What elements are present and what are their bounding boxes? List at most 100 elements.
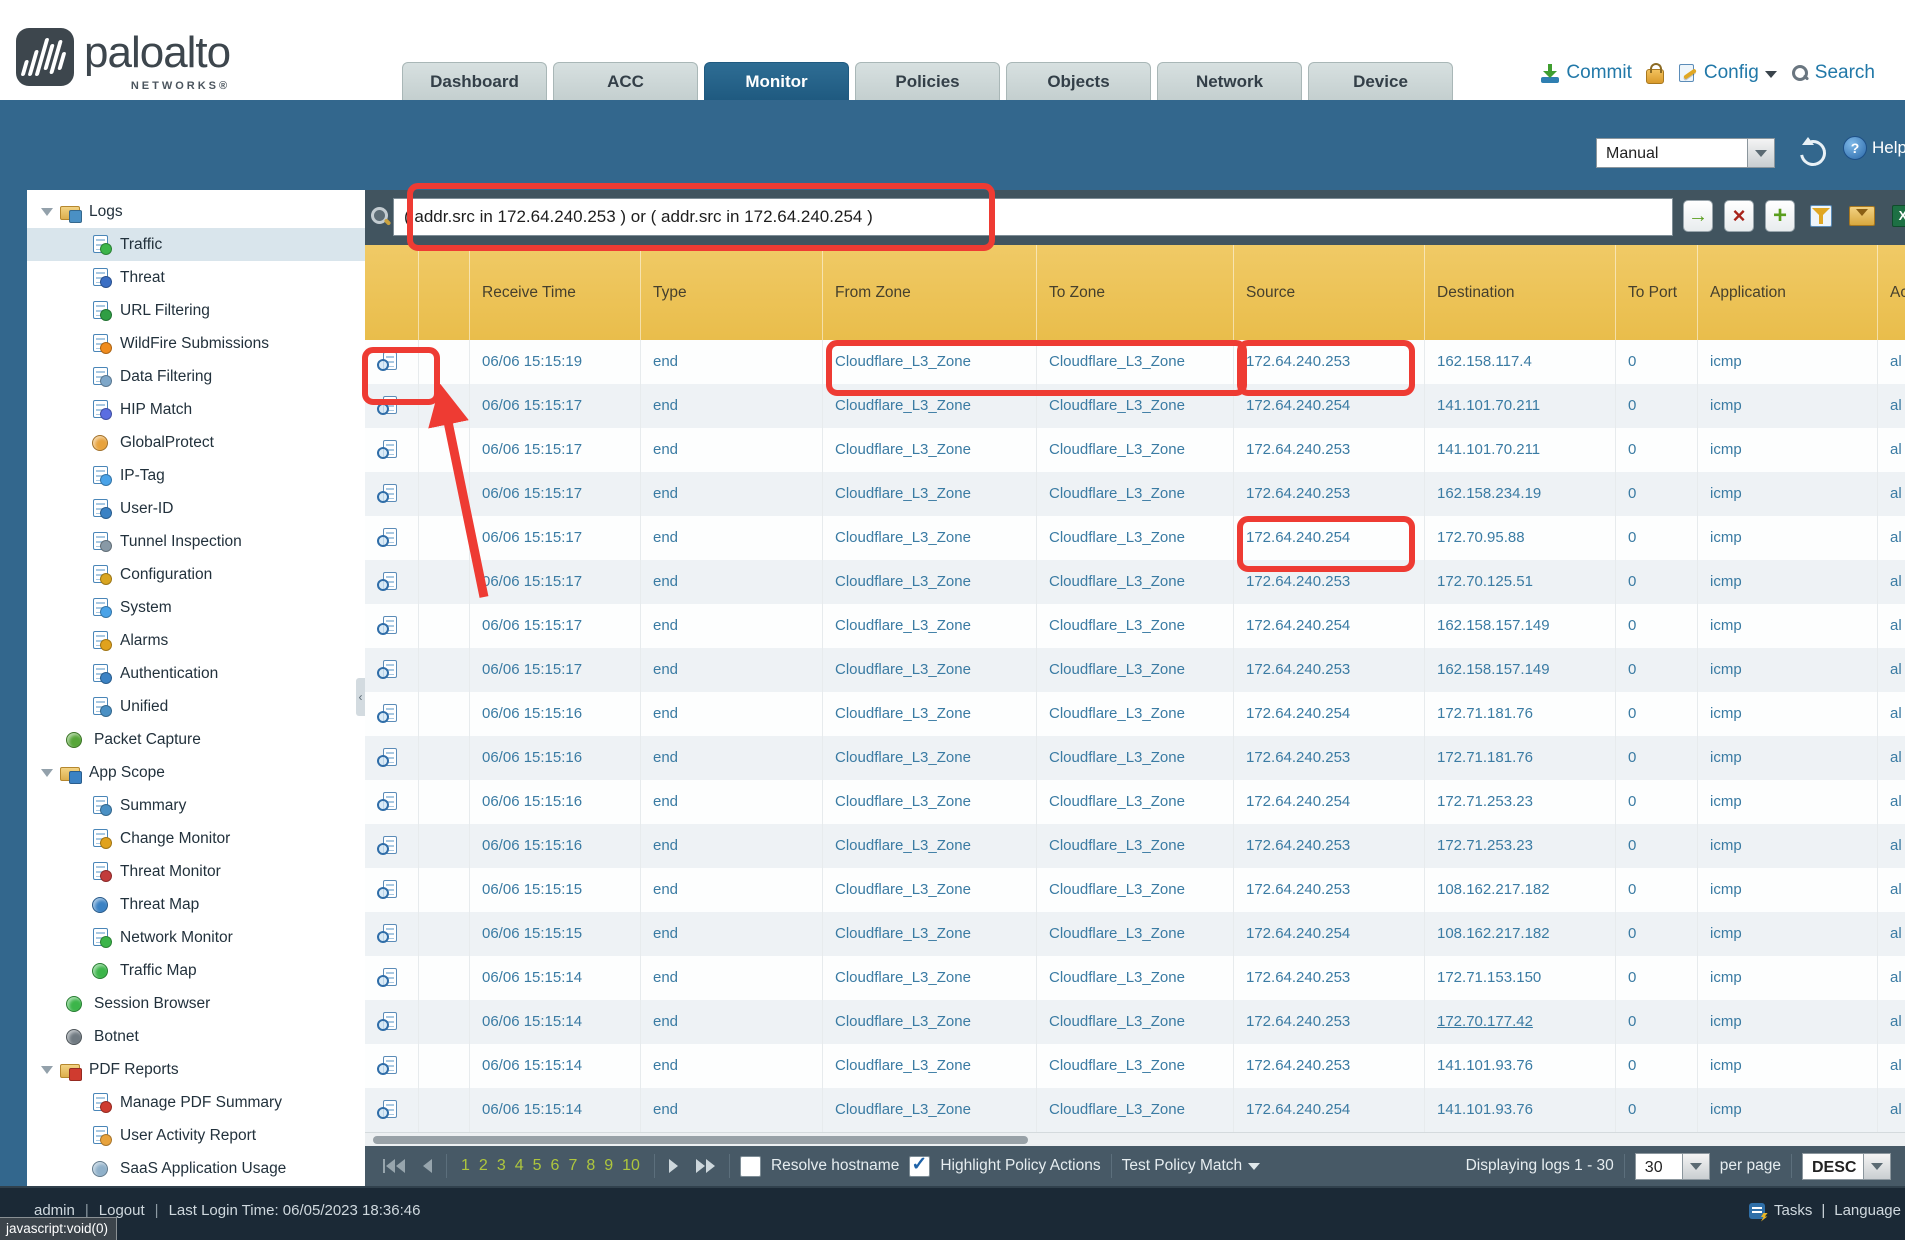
cell-destination[interactable]: 162.158.117.4 — [1425, 340, 1616, 384]
cell-destination[interactable]: 172.70.177.42 — [1425, 1000, 1616, 1044]
column-header-application[interactable]: Application — [1698, 245, 1878, 340]
per-page-select[interactable]: 30 — [1635, 1153, 1710, 1180]
sidebar-item-alarms[interactable]: Alarms — [27, 624, 365, 657]
sidebar-item-user-id[interactable]: User-ID — [27, 492, 365, 525]
cell-source[interactable]: 172.64.240.254 — [1234, 780, 1425, 824]
sidebar-item-change-monitor[interactable]: Change Monitor — [27, 822, 365, 855]
cell-source[interactable]: 172.64.240.254 — [1234, 604, 1425, 648]
cell-destination[interactable]: 162.158.234.19 — [1425, 472, 1616, 516]
log-detail-icon[interactable] — [377, 528, 397, 548]
sidebar-item-user-activity-report[interactable]: User Activity Report — [27, 1119, 365, 1152]
table-row[interactable]: 06/06 15:15:15endCloudflare_L3_ZoneCloud… — [365, 868, 1905, 912]
cell-source[interactable]: 172.64.240.254 — [1234, 1088, 1425, 1132]
sidebar-item-logs[interactable]: Logs — [27, 195, 365, 228]
column-header-type[interactable]: Type — [641, 245, 823, 340]
cell-destination[interactable]: 172.71.181.76 — [1425, 736, 1616, 780]
prev-page-button[interactable] — [419, 1159, 436, 1173]
highlight-policy-actions-checkbox[interactable] — [909, 1156, 930, 1177]
cell-source[interactable]: 172.64.240.254 — [1234, 692, 1425, 736]
sidebar-item-data-filtering[interactable]: Data Filtering — [27, 360, 365, 393]
table-row[interactable]: 06/06 15:15:16endCloudflare_L3_ZoneCloud… — [365, 780, 1905, 824]
table-row[interactable]: 06/06 15:15:14endCloudflare_L3_ZoneCloud… — [365, 956, 1905, 1000]
tab-monitor[interactable]: Monitor — [704, 62, 849, 100]
cell-icon[interactable] — [365, 780, 419, 824]
log-detail-icon[interactable] — [377, 616, 397, 636]
table-row[interactable]: 06/06 15:15:17endCloudflare_L3_ZoneCloud… — [365, 516, 1905, 560]
log-detail-icon[interactable] — [377, 968, 397, 988]
cell-destination[interactable]: 162.158.157.149 — [1425, 648, 1616, 692]
help-button[interactable]: ? Help — [1843, 136, 1905, 160]
cell-destination[interactable]: 108.162.217.182 — [1425, 912, 1616, 956]
log-detail-icon[interactable] — [377, 836, 397, 856]
horizontal-scrollbar[interactable] — [365, 1132, 1905, 1147]
log-detail-icon[interactable] — [377, 792, 397, 812]
chevron-down-icon[interactable] — [1683, 1153, 1710, 1180]
cell-source[interactable]: 172.64.240.253 — [1234, 1044, 1425, 1088]
refresh-icon[interactable] — [1795, 135, 1831, 171]
table-row[interactable]: 06/06 15:15:16endCloudflare_L3_ZoneCloud… — [365, 736, 1905, 780]
sidebar-item-url-filtering[interactable]: URL Filtering — [27, 294, 365, 327]
resolve-hostname-checkbox[interactable] — [740, 1156, 761, 1177]
page-number-6[interactable]: 6 — [551, 1157, 560, 1175]
log-detail-icon[interactable] — [377, 880, 397, 900]
cell-icon[interactable] — [365, 604, 419, 648]
cell-source[interactable]: 172.64.240.253 — [1234, 472, 1425, 516]
column-header-to-zone[interactable]: To Zone — [1037, 245, 1234, 340]
log-detail-icon[interactable] — [377, 660, 397, 680]
cell-icon[interactable] — [365, 560, 419, 604]
page-number-2[interactable]: 2 — [479, 1157, 488, 1175]
filter-builder-button[interactable] — [1806, 200, 1836, 232]
sidebar-item-threat-monitor[interactable]: Threat Monitor — [27, 855, 365, 888]
sidebar-collapse-handle[interactable]: ‹ — [356, 678, 365, 716]
sidebar-item-summary[interactable]: Summary — [27, 789, 365, 822]
log-detail-icon[interactable] — [377, 1012, 397, 1032]
sidebar-item-tunnel-inspection[interactable]: Tunnel Inspection — [27, 525, 365, 558]
log-detail-icon[interactable] — [377, 396, 397, 416]
table-row[interactable]: 06/06 15:15:16endCloudflare_L3_ZoneCloud… — [365, 824, 1905, 868]
table-row[interactable]: 06/06 15:15:17endCloudflare_L3_ZoneCloud… — [365, 648, 1905, 692]
table-row[interactable]: 06/06 15:15:15endCloudflare_L3_ZoneCloud… — [365, 912, 1905, 956]
last-page-button[interactable] — [692, 1159, 719, 1173]
page-number-1[interactable]: 1 — [461, 1157, 470, 1175]
cell-icon[interactable] — [365, 956, 419, 1000]
column-header-source[interactable]: Source — [1234, 245, 1425, 340]
cell-icon[interactable] — [365, 736, 419, 780]
commit-button[interactable]: Commit — [1540, 62, 1631, 84]
cell-source[interactable]: 172.64.240.254 — [1234, 912, 1425, 956]
cell-destination[interactable]: 172.71.181.76 — [1425, 692, 1616, 736]
cell-destination[interactable]: 172.70.125.51 — [1425, 560, 1616, 604]
cell-destination[interactable]: 172.71.253.23 — [1425, 824, 1616, 868]
table-row[interactable]: 06/06 15:15:17endCloudflare_L3_ZoneCloud… — [365, 604, 1905, 648]
log-detail-icon[interactable] — [377, 748, 397, 768]
page-number-9[interactable]: 9 — [604, 1157, 613, 1175]
column-header-from-zone[interactable]: From Zone — [823, 245, 1037, 340]
page-number-3[interactable]: 3 — [497, 1157, 506, 1175]
test-policy-match-button[interactable]: Test Policy Match — [1122, 1157, 1261, 1175]
column-header-to-port[interactable]: To Port — [1616, 245, 1698, 340]
page-number-7[interactable]: 7 — [568, 1157, 577, 1175]
table-row[interactable]: 06/06 15:15:14endCloudflare_L3_ZoneCloud… — [365, 1044, 1905, 1088]
refresh-mode-select[interactable]: Manual — [1596, 138, 1775, 168]
table-row[interactable]: 06/06 15:15:14endCloudflare_L3_ZoneCloud… — [365, 1000, 1905, 1044]
saved-filters-button[interactable] — [1847, 200, 1877, 232]
cell-icon[interactable] — [365, 692, 419, 736]
log-detail-icon[interactable] — [377, 352, 397, 372]
page-number-10[interactable]: 10 — [622, 1157, 640, 1175]
sidebar-item-saas-application-usage[interactable]: SaaS Application Usage — [27, 1152, 365, 1185]
cell-destination[interactable]: 172.70.95.88 — [1425, 516, 1616, 560]
cell-icon[interactable] — [365, 340, 419, 384]
cell-icon[interactable] — [365, 472, 419, 516]
log-detail-icon[interactable] — [377, 1100, 397, 1120]
page-number-5[interactable]: 5 — [533, 1157, 542, 1175]
cell-icon[interactable] — [365, 1000, 419, 1044]
table-row[interactable]: 06/06 15:15:17endCloudflare_L3_ZoneCloud… — [365, 384, 1905, 428]
sidebar-item-pdf-reports[interactable]: PDF Reports — [27, 1053, 365, 1086]
cell-icon[interactable] — [365, 1044, 419, 1088]
sidebar-item-unified[interactable]: Unified — [27, 690, 365, 723]
cell-icon[interactable] — [365, 516, 419, 560]
cell-destination[interactable]: 141.101.93.76 — [1425, 1088, 1616, 1132]
cell-icon[interactable] — [365, 868, 419, 912]
tasks-link[interactable]: Tasks — [1774, 1202, 1812, 1219]
column-header-action[interactable]: Ac — [1878, 245, 1905, 340]
sidebar-item-threat-map[interactable]: Threat Map — [27, 888, 365, 921]
